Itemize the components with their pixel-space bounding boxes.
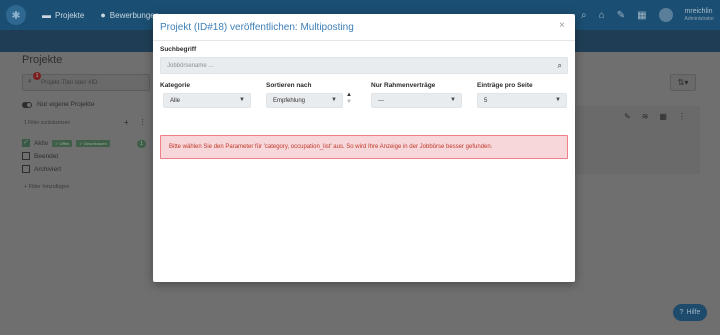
search-icon[interactable]: ⌕	[581, 10, 587, 21]
sort-value: Empfehlung	[273, 97, 306, 104]
filter-reset-link[interactable]: 1 Filter zurücksetzen	[24, 120, 70, 126]
help-label: Hilfe	[686, 309, 701, 316]
user-name: mreichlin	[684, 8, 713, 15]
jobboard-search-input[interactable]: Jobbörsename ... ⌕	[160, 57, 568, 74]
sort-direction[interactable]: ▲ ▼	[346, 92, 352, 106]
sort-asc-icon[interactable]: ▲	[346, 92, 352, 99]
nav-bewerbungen-label: Bewerbungen	[109, 10, 160, 20]
chevron-down-icon: ▼	[331, 97, 337, 103]
sort-select[interactable]: Empfehlung ▼	[266, 93, 343, 108]
users-icon: ●	[100, 10, 106, 20]
edit-icon[interactable]: ✎	[617, 10, 625, 21]
close-icon[interactable]: ×	[559, 20, 565, 31]
chart-icon[interactable]: ▦	[637, 10, 646, 21]
brand-logo[interactable]: ✱	[6, 5, 26, 25]
help-button[interactable]: ? Hilfe	[673, 304, 707, 321]
project-search-input[interactable]: ⌕ Projekt-Titel oder #ID	[22, 74, 150, 91]
avatar[interactable]	[658, 8, 673, 22]
filter-count-badge: 1	[33, 72, 41, 80]
checkbox-checked[interactable]: ✓	[22, 139, 30, 147]
alert-message: Bitte wählen Sie den Parameter für 'cate…	[160, 135, 568, 159]
per-page-select[interactable]: 5 ▼	[477, 93, 567, 108]
page-title: Projekte	[22, 54, 63, 66]
modal-header: Projekt (ID#18) veröffentlichen: Multipo…	[153, 14, 575, 41]
own-projects-toggle[interactable]: Nur eigene Projekte	[22, 101, 94, 108]
status-aktiv[interactable]: ✓ Aktiv ✓ Offen ✓ Geschlossen	[22, 139, 110, 147]
top-right-tools: ⌕ ⌂ ✎ ▦ mreichlin Administrator	[581, 0, 714, 30]
edit-icon[interactable]: ✎	[624, 112, 631, 121]
status-count: 1	[137, 140, 146, 148]
project-search-placeholder: Projekt-Titel oder #ID	[41, 79, 98, 86]
own-projects-label: Nur eigene Projekte	[37, 101, 95, 108]
frame-contracts-label: Nur Rahmenverträge	[371, 82, 436, 89]
more-icon[interactable]: ⋮	[139, 118, 146, 126]
chevron-down-icon: ▼	[239, 97, 245, 103]
home-icon[interactable]: ⌂	[599, 10, 605, 21]
user-menu[interactable]: mreichlin Administrator	[685, 8, 714, 22]
question-icon: ?	[679, 309, 684, 316]
sort-label: Sortieren nach	[266, 82, 312, 89]
per-page-value: 5	[484, 97, 488, 104]
category-label: Kategorie	[160, 82, 190, 89]
search-icon[interactable]: ⌕	[558, 61, 562, 71]
chevron-down-icon: ▼	[555, 97, 561, 103]
status-aktiv-label: Aktiv	[34, 139, 49, 147]
status-beendet-label: Beendet	[34, 152, 59, 160]
user-role: Administrator	[684, 16, 714, 22]
chart-icon[interactable]: ▦	[659, 112, 667, 121]
frame-contracts-value: ---	[378, 97, 384, 104]
status-beendet[interactable]: Beendet	[22, 152, 58, 160]
nav-projekte[interactable]: ▬ Projekte	[42, 10, 84, 20]
tag-offen: ✓ Offen	[52, 139, 73, 147]
rss-icon[interactable]: ≋	[642, 112, 649, 121]
modal-title: Projekt (ID#18) veröffentlichen: Multipo…	[160, 21, 354, 33]
category-value: Alle	[170, 97, 181, 104]
status-archiviert-label: Archiviert	[34, 165, 62, 173]
alert-text: Bitte wählen Sie den Parameter für 'cate…	[169, 144, 493, 150]
checkbox[interactable]	[22, 152, 30, 160]
folder-icon: ▬	[42, 10, 51, 20]
jobboard-search-placeholder: Jobbörsename ...	[167, 62, 214, 69]
search-label: Suchbegriff	[160, 46, 197, 53]
plus-icon[interactable]: +	[124, 118, 129, 127]
chevron-down-icon: ▼	[450, 97, 456, 103]
frame-contracts-select[interactable]: --- ▼	[371, 93, 462, 108]
card-actions: ✎ ≋ ▦ ⋮	[624, 112, 686, 121]
nav-projekte-label: Projekte	[55, 10, 85, 20]
checkbox[interactable]	[22, 165, 30, 173]
sort-desc-icon[interactable]: ▼	[346, 99, 352, 106]
category-select[interactable]: Alle ▼	[163, 93, 251, 108]
per-page-label: Einträge pro Seite	[477, 82, 533, 89]
toggle-switch[interactable]	[22, 101, 32, 108]
more-icon[interactable]: ⋮	[678, 112, 686, 121]
sort-button[interactable]: ⇅▾	[670, 74, 696, 91]
multiposting-modal: Projekt (ID#18) veröffentlichen: Multipo…	[153, 14, 575, 282]
nav-bewerbungen[interactable]: ● Bewerbungen	[100, 10, 159, 20]
search-icon: ⌕	[28, 78, 32, 85]
add-filter-link[interactable]: + Filter hinzufügen	[24, 184, 69, 190]
tag-geschlossen: ✓ Geschlossen	[76, 139, 110, 147]
status-archiviert[interactable]: Archiviert	[22, 165, 61, 173]
